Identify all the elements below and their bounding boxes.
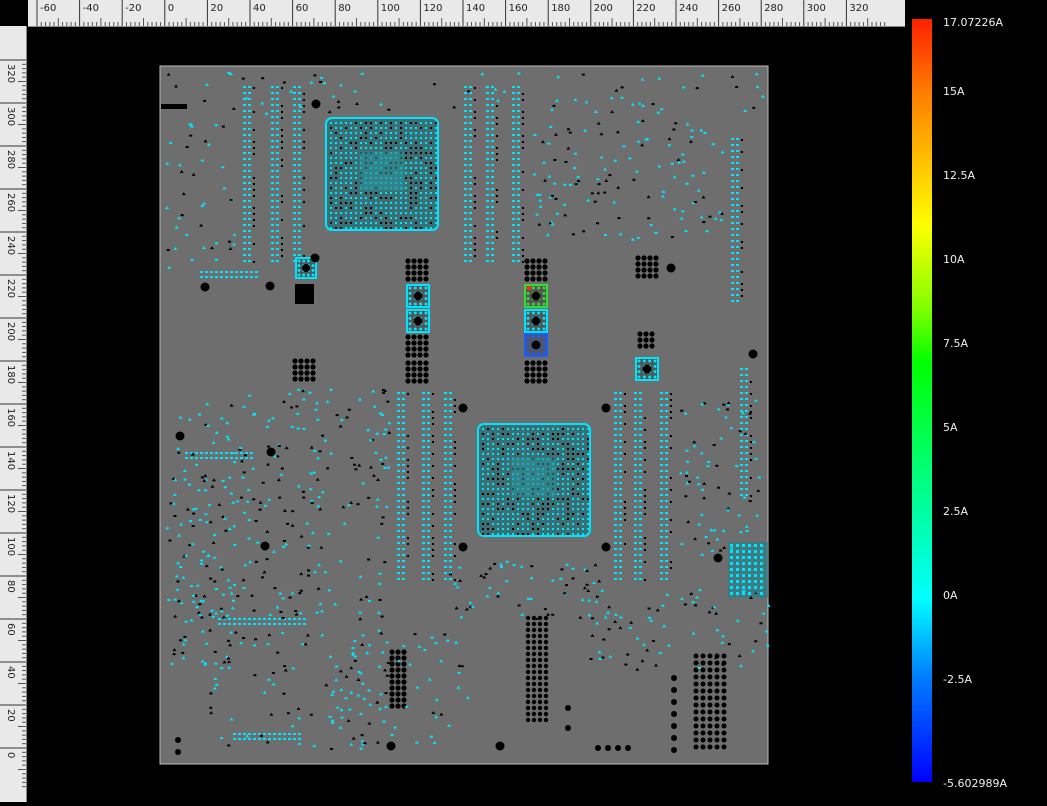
ruler-tick-label: -60 (40, 3, 56, 14)
mounting-hole (495, 741, 505, 751)
ruler-tick-label: 0 (5, 752, 16, 758)
power-stage-pad-cold (524, 333, 548, 357)
top-bga-package (325, 117, 439, 231)
mounting-hole (713, 553, 723, 563)
mounting-hole (260, 541, 270, 551)
ruler-tick-label: 200 (5, 322, 16, 341)
colorbar-tick-label: 12.5A (943, 169, 976, 182)
ruler-tick-label: 100 (5, 537, 16, 556)
ruler-tick-label: 0 (168, 3, 174, 14)
mounting-hole (458, 403, 468, 413)
test-point (625, 745, 631, 751)
pcb-board-canvas[interactable] (28, 28, 905, 802)
colorbar-tick-label: -2.5A (943, 673, 972, 686)
ruler-tick-label: 320 (5, 64, 16, 83)
ruler-tick-label: 280 (5, 150, 16, 169)
ruler-tick-label: 300 (807, 3, 826, 14)
test-point (595, 745, 601, 751)
power-stage-pad (406, 309, 430, 333)
test-point (671, 735, 677, 741)
test-point (671, 711, 677, 717)
mounting-hole (386, 741, 396, 751)
ruler-corner (0, 0, 28, 26)
current-colorbar (912, 19, 932, 782)
mounting-hole (200, 282, 210, 292)
colorbar-tick-label: 15A (943, 85, 965, 98)
mounting-hole (310, 253, 320, 263)
ruler-tick-label: 120 (423, 3, 442, 14)
hotspot-marker (527, 286, 531, 290)
colorbar-tick-label: 0A (943, 589, 958, 602)
colorbar-max-label: 17.07226A (943, 16, 1004, 29)
test-point (605, 745, 611, 751)
test-point (671, 675, 677, 681)
ruler-tick-label: 220 (636, 3, 655, 14)
mounting-hole (601, 403, 611, 413)
ruler-tick-label: 120 (5, 494, 16, 513)
test-point (615, 745, 621, 751)
horizontal-ruler-scale: -60 -40 -20 0 20 40 60 80 100 120 140 160 180 200 220 2… (36, 0, 886, 26)
ruler-tick-label: 260 (5, 193, 16, 212)
ruler-tick-label: 20 (210, 3, 223, 14)
vertical-ruler[interactable]: 320 300 280 260 240 220 200 180 160 140 120 100 80 60… (0, 26, 27, 802)
power-stage-pad (524, 309, 548, 333)
ruler-tick-label: 80 (338, 3, 351, 14)
mounting-hole (265, 281, 275, 291)
ruler-tick-label: 180 (551, 3, 570, 14)
ruler-tick-label: 260 (722, 3, 741, 14)
ruler-tick-label: 140 (5, 451, 16, 470)
mounting-hole (748, 349, 758, 359)
ruler-tick-label: 60 (5, 623, 16, 636)
ruler-tick-label: -20 (125, 3, 141, 14)
test-point (175, 749, 181, 755)
mounting-hole (458, 542, 468, 552)
mounting-hole (311, 99, 321, 109)
power-stage-pad (406, 284, 430, 308)
ruler-tick-label: 100 (381, 3, 400, 14)
colorbar-tick-label: 2.5A (943, 505, 969, 518)
ruler-tick-label: 20 (5, 709, 16, 722)
test-point (565, 705, 571, 711)
ruler-tick-label: 40 (5, 666, 16, 679)
ruler-tick-label: 200 (594, 3, 613, 14)
vertical-ruler-scale: 3203002802602402202001801601401201008060… (0, 59, 26, 788)
test-point (175, 737, 181, 743)
ruler-tick-label: 180 (5, 365, 16, 384)
horizontal-ruler[interactable]: -60 -40 -20 0 20 40 60 80 100 120 140 160 180 200 220 2… (28, 0, 905, 27)
via-array (637, 331, 655, 349)
colorbar-tick-label: 5A (943, 421, 958, 434)
ruler-tick-label: 40 (253, 3, 266, 14)
test-point (671, 699, 677, 705)
mounting-hole (666, 263, 676, 273)
ruler-tick-label: 160 (5, 408, 16, 427)
power-stage-pad (635, 357, 659, 381)
ruler-tick-label: 220 (5, 279, 16, 298)
ruler-tick-label: 280 (764, 3, 783, 14)
colorbar-tick-label: 10A (943, 253, 965, 266)
pcb-viewport[interactable] (28, 28, 905, 802)
mounting-hole (601, 542, 611, 552)
ruler-tick-label: 240 (5, 236, 16, 255)
ruler-tick-label: 300 (5, 107, 16, 126)
mounting-hole (175, 431, 185, 441)
ruler-tick-label: 240 (679, 3, 698, 14)
edge-connector (161, 104, 187, 109)
test-point (671, 723, 677, 729)
ruler-tick-label: -40 (83, 3, 99, 14)
mounting-hole (266, 447, 276, 457)
test-point (565, 725, 571, 731)
ruler-tick-label: 140 (466, 3, 485, 14)
test-point (671, 687, 677, 693)
ruler-tick-label: 160 (509, 3, 528, 14)
inductor-block (295, 284, 314, 304)
colorbar-tick-label: 7.5A (943, 337, 969, 350)
ruler-tick-label: 320 (849, 3, 868, 14)
ruler-tick-label: 80 (5, 580, 16, 593)
ruler-tick-label: 60 (296, 3, 309, 14)
colorbar-min-label: -5.602989A (943, 777, 1007, 790)
bottom-bga-package (477, 423, 591, 537)
test-point (671, 747, 677, 753)
